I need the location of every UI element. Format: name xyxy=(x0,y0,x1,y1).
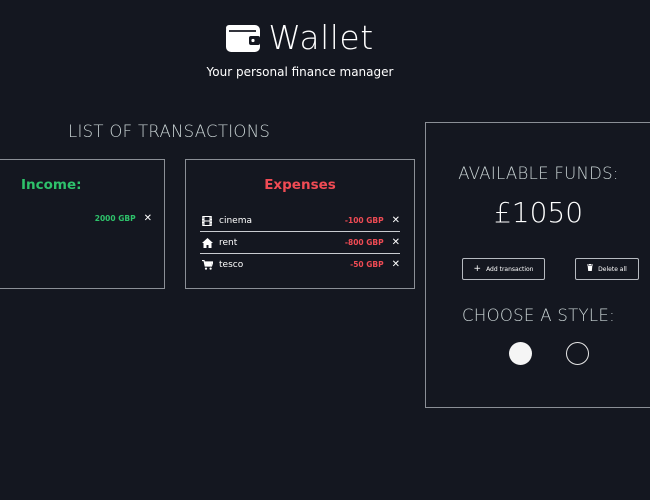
expenses-panel: Expenses cinema -100 GBP ✕ rent -800 GBP… xyxy=(185,159,415,289)
delete-all-button[interactable]: Delete all xyxy=(575,258,639,280)
delete-expense-button[interactable]: ✕ xyxy=(392,237,400,248)
transactions-title: LIST OF TRANSACTIONS xyxy=(68,122,271,141)
dark-style-option[interactable] xyxy=(566,342,589,365)
delete-expense-button[interactable]: ✕ xyxy=(392,215,400,226)
light-style-option[interactable] xyxy=(509,342,532,365)
income-panel: Income: 2000 GBP ✕ xyxy=(0,159,165,289)
delete-income-button[interactable]: ✕ xyxy=(144,213,152,224)
app-title: Wallet xyxy=(268,18,374,57)
home-icon xyxy=(201,237,213,249)
income-item: 2000 GBP ✕ xyxy=(0,213,152,224)
funds-panel: AVAILABLE FUNDS: £1050 + Add transaction… xyxy=(425,122,650,408)
expenses-heading: Expenses xyxy=(264,177,336,193)
cart-icon xyxy=(201,259,213,271)
film-icon xyxy=(201,215,213,227)
expense-amount: -100 GBP xyxy=(344,216,384,225)
income-heading: Income: xyxy=(21,177,82,193)
trash-icon xyxy=(587,264,594,274)
add-transaction-button[interactable]: + Add transaction xyxy=(462,258,545,280)
expense-label: cinema xyxy=(219,215,252,226)
expense-label: tesco xyxy=(219,259,244,270)
expense-amount: -50 GBP xyxy=(350,260,384,269)
delete-all-label: Delete all xyxy=(598,265,627,273)
expense-list: cinema -100 GBP ✕ rent -800 GBP ✕ tesco … xyxy=(200,210,400,275)
expense-item: cinema -100 GBP ✕ xyxy=(200,210,400,232)
style-title: CHOOSE A STYLE: xyxy=(462,306,615,325)
wallet-icon xyxy=(226,24,261,52)
brand: Wallet xyxy=(226,18,373,57)
app-subtitle: Your personal finance manager xyxy=(206,65,394,79)
delete-expense-button[interactable]: ✕ xyxy=(392,259,400,270)
expense-item: tesco -50 GBP ✕ xyxy=(200,254,400,275)
funds-value: £1050 xyxy=(493,196,584,229)
income-amount: 2000 GBP xyxy=(94,214,136,223)
expense-label: rent xyxy=(219,237,238,248)
expense-item: rent -800 GBP ✕ xyxy=(200,232,400,254)
plus-icon: + xyxy=(473,264,482,274)
expense-amount: -800 GBP xyxy=(344,238,384,247)
funds-title: AVAILABLE FUNDS: xyxy=(458,164,619,183)
app-header: Wallet Your personal finance manager xyxy=(0,18,600,79)
add-transaction-label: Add transaction xyxy=(486,265,534,273)
